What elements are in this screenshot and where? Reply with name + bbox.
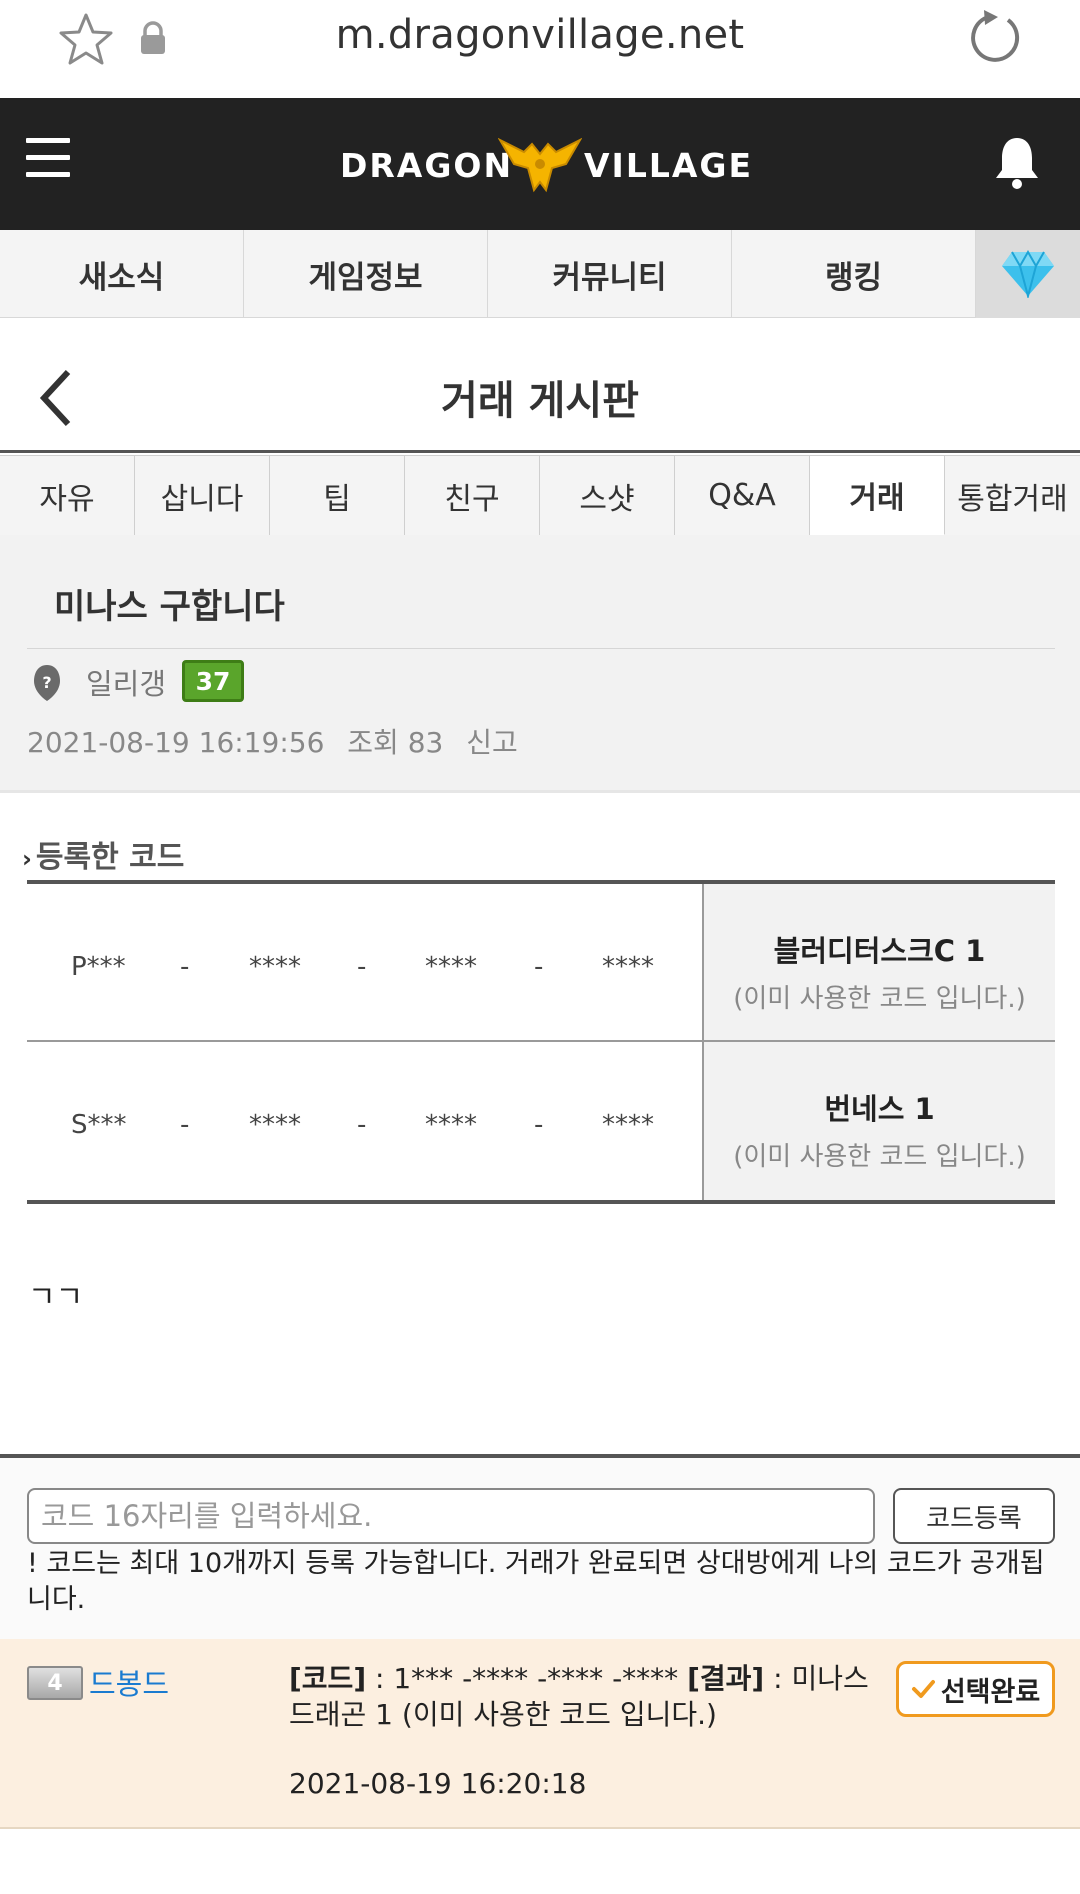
code-segment: ****	[249, 952, 301, 982]
code-form: 코드등록 ! 코드는 최대 10개까지 등록 가능합니다. 거래가 완료되면 상…	[0, 1454, 1080, 1639]
tab-tip[interactable]: 팁	[270, 455, 405, 535]
page-title: 거래 게시판	[441, 378, 639, 424]
browser-address-bar: m.dragonvillage.net	[0, 0, 1080, 98]
tab-qna[interactable]: Q&A	[675, 455, 810, 535]
selected-badge: 선택완료	[896, 1661, 1055, 1717]
tab-friend[interactable]: 친구	[405, 455, 540, 535]
nav-ranking[interactable]: 랭킹	[732, 230, 976, 318]
code-status: (이미 사용한 코드 입니다.)	[733, 984, 1026, 1014]
code-item-name: 블러디터스크C 1	[773, 934, 986, 968]
comment-result-label: [결과]	[687, 1662, 765, 1695]
codes-table: P*** - **** - **** - **** 블러디터스크C 1 (이미 …	[27, 880, 1055, 1204]
main-nav: 새소식 게임정보 커뮤니티 랭킹	[0, 230, 1080, 318]
url-text[interactable]: m.dragonvillage.net	[0, 12, 1080, 58]
bell-icon[interactable]	[992, 134, 1042, 190]
tab-screenshot[interactable]: 스샷	[540, 455, 675, 535]
code-segment: ****	[602, 952, 654, 982]
site-header: DRAGON VILLAGE	[0, 98, 1080, 230]
tab-trade[interactable]: 거래	[810, 455, 945, 535]
reload-icon[interactable]	[968, 8, 1024, 68]
nav-gem[interactable]	[976, 230, 1080, 318]
code-segment: ****	[249, 1110, 301, 1140]
code-dash: -	[357, 1110, 367, 1140]
codes-label-text: 등록한 코드	[35, 840, 185, 875]
report-link[interactable]: 신고	[466, 726, 518, 759]
svg-text:?: ?	[42, 673, 51, 692]
comment-datetime: 2021-08-19 16:20:18	[289, 1767, 587, 1800]
post-body: ㄱㄱ	[28, 1280, 84, 1315]
board-tabs: 자유 삽니다 팁 친구 스샷 Q&A 거래 통합거래	[0, 455, 1080, 535]
comment-text: [코드] : 1*** -**** -**** -**** [결과] : 미나스…	[289, 1661, 889, 1733]
code-dash: -	[534, 952, 544, 982]
menu-icon[interactable]	[26, 138, 70, 182]
chevron-right-icon: ›	[22, 845, 32, 873]
post-datetime: 2021-08-19 16:19:56	[27, 726, 325, 759]
check-icon	[911, 1680, 935, 1698]
code-result: 번네스 1 (이미 사용한 코드 입니다.)	[702, 1042, 1055, 1200]
nav-news[interactable]: 새소식	[0, 230, 244, 318]
code-segments: S*** - **** - **** - ****	[27, 1042, 702, 1200]
question-mark-icon: ?	[34, 665, 60, 701]
divider	[27, 648, 1055, 649]
code-notice: ! 코드는 최대 10개까지 등록 가능합니다. 거래가 완료되면 상대방에게 …	[27, 1548, 1045, 1615]
comment-level-badge: 4	[27, 1666, 83, 1700]
tab-buy[interactable]: 삽니다	[135, 455, 270, 535]
code-dash: -	[180, 952, 190, 982]
code-segments: P*** - **** - **** - ****	[27, 884, 702, 1040]
dragon-village-logo[interactable]: DRAGON VILLAGE	[340, 134, 751, 196]
code-dash: -	[534, 1110, 544, 1140]
code-row: S*** - **** - **** - **** 번네스 1 (이미 사용한 …	[27, 1042, 1055, 1200]
post-views: 조회 83	[347, 726, 444, 759]
comment-code-value: : 1*** -**** -**** -****	[366, 1662, 688, 1695]
post-title: 미나스 구합니다	[54, 587, 285, 627]
nav-game-info[interactable]: 게임정보	[244, 230, 488, 318]
dragon-emblem-icon	[498, 137, 582, 193]
codes-section-label: › 등록한 코드	[22, 832, 184, 876]
post-meta: 2021-08-19 16:19:56 조회 83 신고	[27, 721, 532, 761]
post-header: 미나스 구합니다 ? 일리갱 37 2021-08-19 16:19:56 조회…	[0, 535, 1080, 793]
code-segment: P***	[71, 952, 126, 982]
code-register-button[interactable]: 코드등록	[893, 1488, 1055, 1544]
tab-free[interactable]: 자유	[0, 455, 135, 535]
code-status: (이미 사용한 코드 입니다.)	[733, 1142, 1026, 1172]
level-badge: 37	[182, 660, 244, 702]
logo-word-left: DRAGON	[340, 146, 514, 185]
nav-community[interactable]: 커뮤니티	[488, 230, 732, 318]
code-dash: -	[180, 1110, 190, 1140]
code-result: 블러디터스크C 1 (이미 사용한 코드 입니다.)	[702, 884, 1055, 1040]
code-segment: ****	[425, 952, 477, 982]
logo-word-right: VILLAGE	[584, 146, 754, 185]
diamond-icon	[1002, 250, 1054, 298]
code-row: P*** - **** - **** - **** 블러디터스크C 1 (이미 …	[27, 884, 1055, 1042]
code-item-name: 번네스 1	[824, 1092, 935, 1126]
post-author[interactable]: 일리갱	[86, 661, 166, 703]
selected-badge-label: 선택완료	[940, 1676, 1041, 1708]
code-dash: -	[357, 952, 367, 982]
comment-item: 4 드봉드 [코드] : 1*** -**** -**** -**** [결과]…	[0, 1639, 1080, 1829]
code-segment: S***	[71, 1110, 127, 1140]
page-title-bar: 거래 게시판	[0, 318, 1080, 453]
comment-author[interactable]: 드봉드	[89, 1661, 169, 1703]
tab-integrated-trade[interactable]: 통합거래	[945, 455, 1080, 535]
code-segment: ****	[425, 1110, 477, 1140]
code-segment: ****	[602, 1110, 654, 1140]
comment-code-label: [코드]	[289, 1662, 367, 1695]
code-input[interactable]	[27, 1488, 875, 1544]
